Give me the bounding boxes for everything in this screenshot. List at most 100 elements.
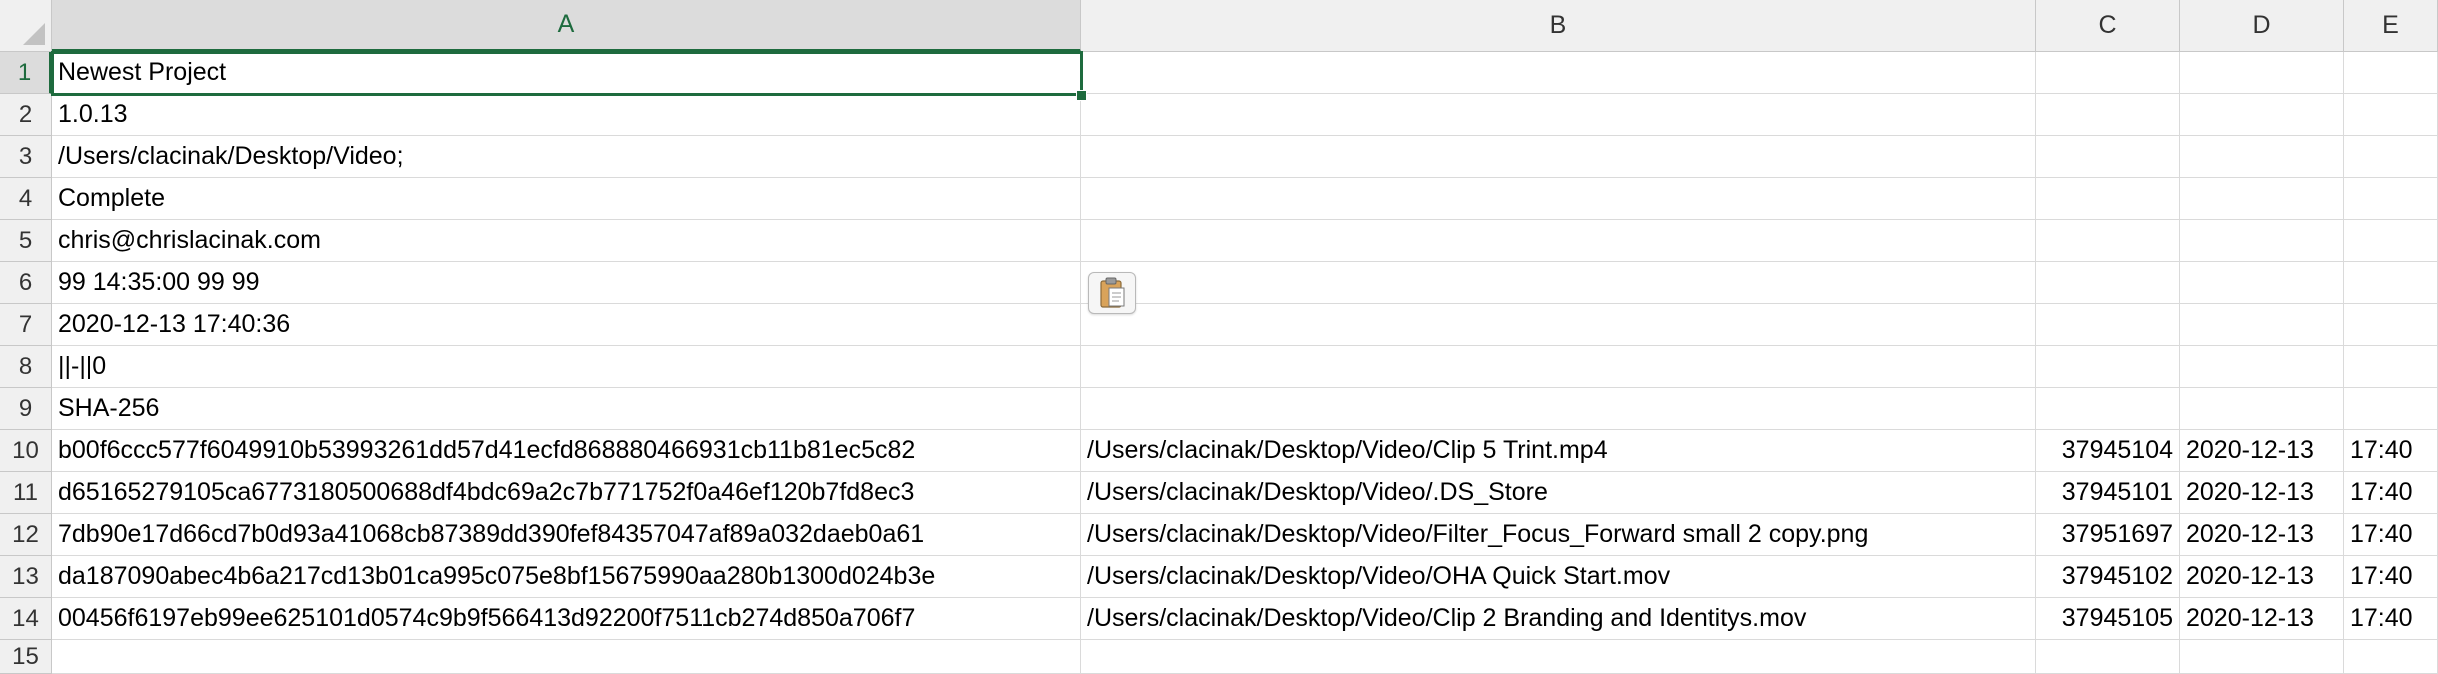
row-header-11[interactable]: 11 xyxy=(0,472,52,514)
column-header-e[interactable]: E xyxy=(2344,0,2438,52)
cell-d9[interactable] xyxy=(2180,388,2344,430)
cell-b3[interactable] xyxy=(1081,136,2036,178)
cell-a6[interactable]: 99 14:35:00 99 99 xyxy=(52,262,1081,304)
cell-c4[interactable] xyxy=(2036,178,2180,220)
cell-d8[interactable] xyxy=(2180,346,2344,388)
cell-c9[interactable] xyxy=(2036,388,2180,430)
cell-b15[interactable] xyxy=(1081,640,2036,674)
cell-b4[interactable] xyxy=(1081,178,2036,220)
row-header-3[interactable]: 3 xyxy=(0,136,52,178)
cell-c15[interactable] xyxy=(2036,640,2180,674)
cell-b14[interactable]: /Users/clacinak/Desktop/Video/Clip 2 Bra… xyxy=(1081,598,2036,640)
paste-options-button[interactable] xyxy=(1088,272,1136,314)
cell-a4[interactable]: Complete xyxy=(52,178,1081,220)
row-header-1[interactable]: 1 xyxy=(0,52,52,94)
cell-b5[interactable] xyxy=(1081,220,2036,262)
cell-d10[interactable]: 2020-12-13 xyxy=(2180,430,2344,472)
cell-d14[interactable]: 2020-12-13 xyxy=(2180,598,2344,640)
cell-a9[interactable]: SHA-256 xyxy=(52,388,1081,430)
cell-b10[interactable]: /Users/clacinak/Desktop/Video/Clip 5 Tri… xyxy=(1081,430,2036,472)
cell-a14[interactable]: 00456f6197eb99ee625101d0574c9b9f566413d9… xyxy=(52,598,1081,640)
cell-d3[interactable] xyxy=(2180,136,2344,178)
row-header-10[interactable]: 10 xyxy=(0,430,52,472)
cell-a12[interactable]: 7db90e17d66cd7b0d93a41068cb87389dd390fef… xyxy=(52,514,1081,556)
cell-d13[interactable]: 2020-12-13 xyxy=(2180,556,2344,598)
select-all-triangle-icon xyxy=(23,23,45,45)
cell-c8[interactable] xyxy=(2036,346,2180,388)
cell-b9[interactable] xyxy=(1081,388,2036,430)
cell-d1[interactable] xyxy=(2180,52,2344,94)
cell-c11[interactable]: 37945101 xyxy=(2036,472,2180,514)
cell-c12[interactable]: 37951697 xyxy=(2036,514,2180,556)
cell-c10[interactable]: 37945104 xyxy=(2036,430,2180,472)
row-header-5[interactable]: 5 xyxy=(0,220,52,262)
cell-a5[interactable]: chris@chrislacinak.com xyxy=(52,220,1081,262)
cell-d7[interactable] xyxy=(2180,304,2344,346)
cell-a11[interactable]: d65165279105ca6773180500688df4bdc69a2c7b… xyxy=(52,472,1081,514)
row-header-14[interactable]: 14 xyxy=(0,598,52,640)
cell-a13[interactable]: da187090abec4b6a217cd13b01ca995c075e8bf1… xyxy=(52,556,1081,598)
select-all-button[interactable] xyxy=(0,0,52,52)
cell-b2[interactable] xyxy=(1081,94,2036,136)
column-header-d[interactable]: D xyxy=(2180,0,2344,52)
cell-a8[interactable]: ||-||0 xyxy=(52,346,1081,388)
cell-a2[interactable]: 1.0.13 xyxy=(52,94,1081,136)
cell-b12[interactable]: /Users/clacinak/Desktop/Video/Filter_Foc… xyxy=(1081,514,2036,556)
cell-d2[interactable] xyxy=(2180,94,2344,136)
cell-b13[interactable]: /Users/clacinak/Desktop/Video/OHA Quick … xyxy=(1081,556,2036,598)
cell-c7[interactable] xyxy=(2036,304,2180,346)
cell-c3[interactable] xyxy=(2036,136,2180,178)
cell-b11[interactable]: /Users/clacinak/Desktop/Video/.DS_Store xyxy=(1081,472,2036,514)
row-header-8[interactable]: 8 xyxy=(0,346,52,388)
cell-b7[interactable] xyxy=(1081,304,2036,346)
cell-e13[interactable]: 17:40 xyxy=(2344,556,2438,598)
cell-b6[interactable] xyxy=(1081,262,2036,304)
cell-c5[interactable] xyxy=(2036,220,2180,262)
cell-c14[interactable]: 37945105 xyxy=(2036,598,2180,640)
row-header-9[interactable]: 9 xyxy=(0,388,52,430)
cell-d5[interactable] xyxy=(2180,220,2344,262)
cell-b8[interactable] xyxy=(1081,346,2036,388)
cell-e11[interactable]: 17:40 xyxy=(2344,472,2438,514)
cell-e4[interactable] xyxy=(2344,178,2438,220)
cell-e5[interactable] xyxy=(2344,220,2438,262)
row-header-6[interactable]: 6 xyxy=(0,262,52,304)
cell-d6[interactable] xyxy=(2180,262,2344,304)
row-header-4[interactable]: 4 xyxy=(0,178,52,220)
cell-d11[interactable]: 2020-12-13 xyxy=(2180,472,2344,514)
cell-c1[interactable] xyxy=(2036,52,2180,94)
cell-a10[interactable]: b00f6ccc577f6049910b53993261dd57d41ecfd8… xyxy=(52,430,1081,472)
cell-e14[interactable]: 17:40 xyxy=(2344,598,2438,640)
fill-handle[interactable] xyxy=(1076,90,1087,101)
row-header-13[interactable]: 13 xyxy=(0,556,52,598)
column-header-c[interactable]: C xyxy=(2036,0,2180,52)
cell-e6[interactable] xyxy=(2344,262,2438,304)
cell-e2[interactable] xyxy=(2344,94,2438,136)
row-header-7[interactable]: 7 xyxy=(0,304,52,346)
cell-d12[interactable]: 2020-12-13 xyxy=(2180,514,2344,556)
cell-a3[interactable]: /Users/clacinak/Desktop/Video; xyxy=(52,136,1081,178)
cell-e12[interactable]: 17:40 xyxy=(2344,514,2438,556)
cell-e3[interactable] xyxy=(2344,136,2438,178)
cell-c2[interactable] xyxy=(2036,94,2180,136)
cell-e7[interactable] xyxy=(2344,304,2438,346)
column-header-a[interactable]: A xyxy=(52,0,1081,52)
column-header-b[interactable]: B xyxy=(1081,0,2036,52)
cell-e15[interactable] xyxy=(2344,640,2438,674)
cell-c13[interactable]: 37945102 xyxy=(2036,556,2180,598)
cell-e1[interactable] xyxy=(2344,52,2438,94)
cell-d15[interactable] xyxy=(2180,640,2344,674)
cell-a15[interactable] xyxy=(52,640,1081,674)
cell-e9[interactable] xyxy=(2344,388,2438,430)
row-header-12[interactable]: 12 xyxy=(0,514,52,556)
row-header-15[interactable]: 15 xyxy=(0,640,52,674)
cell-a7[interactable]: 2020-12-13 17:40:36 xyxy=(52,304,1081,346)
cell-a1[interactable]: Newest Project xyxy=(52,52,1081,94)
cell-c6[interactable] xyxy=(2036,262,2180,304)
cell-e10[interactable]: 17:40 xyxy=(2344,430,2438,472)
spreadsheet-grid[interactable]: A B C D E 1 Newest Project 2 1.0.13 3/Users/… xyxy=(0,0,2438,674)
cell-d4[interactable] xyxy=(2180,178,2344,220)
cell-e8[interactable] xyxy=(2344,346,2438,388)
row-header-2[interactable]: 2 xyxy=(0,94,52,136)
cell-b1[interactable] xyxy=(1081,52,2036,94)
